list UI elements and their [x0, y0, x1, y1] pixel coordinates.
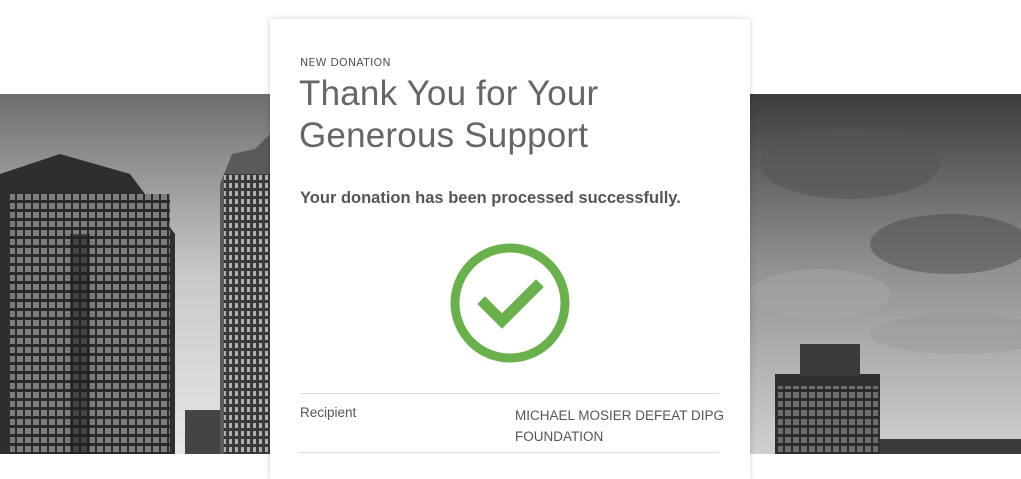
detail-label-recipient: Recipient	[300, 405, 357, 420]
details-divider-bottom	[300, 452, 719, 453]
donation-confirmation-card: NEW DONATION Thank You for Your Generous…	[270, 19, 750, 479]
eyebrow-label: NEW DONATION	[300, 56, 391, 69]
page-title: Thank You for Your Generous Support	[299, 73, 719, 157]
detail-value-recipient: MICHAEL MOSIER DEFEAT DIPG FOUNDATION	[515, 408, 725, 444]
title-line-2: Generous Support	[299, 116, 589, 155]
check-circle-icon	[450, 243, 570, 363]
success-message: Your donation has been processed success…	[300, 189, 681, 207]
details-divider	[300, 393, 719, 394]
title-line-1: Thank You for Your	[299, 74, 599, 113]
